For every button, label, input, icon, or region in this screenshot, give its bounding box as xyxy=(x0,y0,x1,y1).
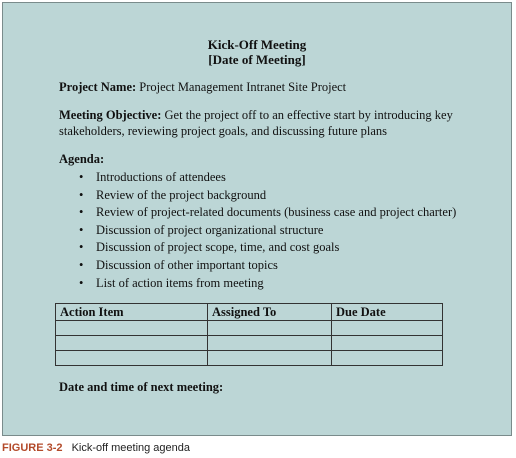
agenda-item: Discussion of project scope, time, and c… xyxy=(79,239,456,257)
agenda-item: Introductions of attendees xyxy=(79,169,456,187)
table-cell xyxy=(331,350,443,366)
project-name-line: Project Name: Project Management Intrane… xyxy=(59,79,481,95)
meeting-date-placeholder: [Date of Meeting] xyxy=(208,52,306,67)
action-items-table: Action Item Assigned To Due Date xyxy=(55,303,443,366)
table-cell xyxy=(55,320,208,336)
figure-number: FIGURE 3-2 xyxy=(2,442,63,454)
table-cell xyxy=(207,320,332,336)
table-cell xyxy=(207,350,332,366)
header-assigned-to: Assigned To xyxy=(207,303,332,321)
table-cell xyxy=(331,320,443,336)
table-cell xyxy=(331,335,443,351)
meeting-objective-label: Meeting Objective: xyxy=(59,108,162,122)
meeting-objective-line2: stakeholders, reviewing project goals, a… xyxy=(59,124,388,138)
meeting-title: Kick-Off Meeting xyxy=(207,37,307,52)
agenda-item: Review of project-related documents (bus… xyxy=(79,204,456,222)
next-meeting-label: Date and time of next meeting: xyxy=(59,380,224,394)
table-cell xyxy=(207,335,332,351)
table-row xyxy=(55,350,443,366)
meeting-objective-line1: Meeting Objective: Get the project off t… xyxy=(59,107,481,123)
project-name-label: Project Name: xyxy=(59,80,137,94)
agenda-item: Review of the project background xyxy=(79,187,456,205)
agenda-item: List of action items from meeting xyxy=(79,275,456,293)
table-cell xyxy=(55,350,208,366)
agenda-list: Introductions of attendees Review of the… xyxy=(79,169,456,292)
agenda-label: Agenda: xyxy=(59,152,105,166)
project-name-value: Project Management Intranet Site Project xyxy=(139,80,347,94)
header-due-date: Due Date xyxy=(331,303,443,321)
table-row xyxy=(55,320,443,336)
agenda-document: Kick-Off Meeting [Date of Meeting] Proje… xyxy=(2,2,512,436)
agenda-item: Discussion of other important topics xyxy=(79,257,456,275)
header-action-item: Action Item xyxy=(55,303,208,321)
table-header-row: Action Item Assigned To Due Date xyxy=(55,303,443,321)
figure-caption: FIGURE 3-2 Kick-off meeting agenda xyxy=(2,442,190,454)
meeting-objective-text1: Get the project off to an effective star… xyxy=(164,108,453,122)
table-cell xyxy=(55,335,208,351)
agenda-item: Discussion of project organizational str… xyxy=(79,222,456,240)
figure-caption-text: Kick-off meeting agenda xyxy=(71,442,191,454)
table-row xyxy=(55,335,443,351)
